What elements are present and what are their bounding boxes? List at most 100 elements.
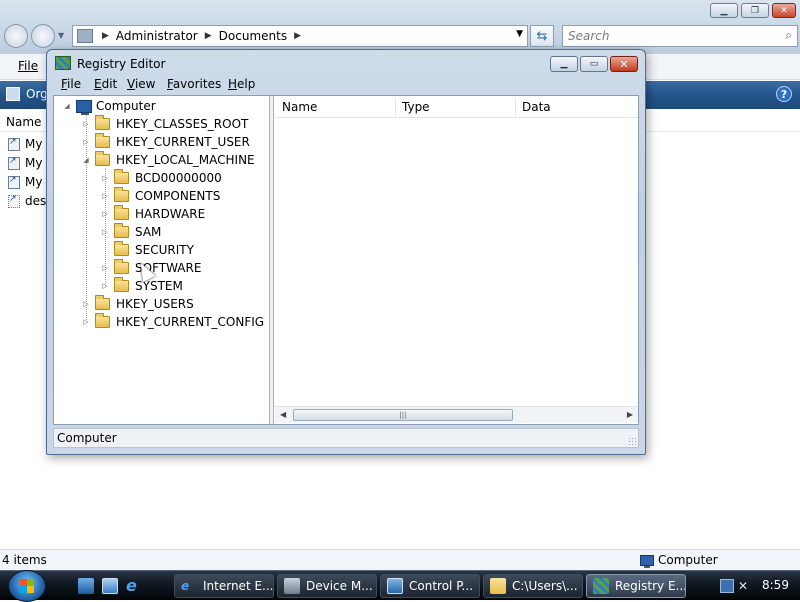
values-list[interactable]: Name Type Data ◀ ||| ▶ [275,96,638,424]
column-name-header[interactable]: Name [6,115,41,129]
search-input[interactable]: Search ⌕ [562,25,798,47]
item-count: 4 items [2,553,47,567]
switch-windows-icon[interactable] [102,578,118,594]
menu-edit[interactable]: Edit [94,77,117,91]
tree-node-hkcr[interactable]: ▷ HKEY_CLASSES_ROOT [81,115,248,133]
control-panel-icon [387,578,403,594]
regedit-client-area: ◢ Computer ▷ HKEY_CLASSES_ROOT ▷ HKEY_CU… [53,95,639,425]
column-divider[interactable] [515,98,516,116]
tree-node-hkcu[interactable]: ▷ HKEY_CURRENT_USER [81,133,250,151]
scroll-right-icon[interactable]: ▶ [627,410,633,419]
recent-pages-dropdown-icon[interactable]: ▼ [58,31,64,40]
tree-node-label: SAM [135,225,162,239]
taskbar-button-label: Internet E... [203,579,274,593]
shortcut-icon [8,137,20,151]
tree-node-bcd[interactable]: ▷ BCD00000000 [100,169,222,187]
expand-icon[interactable]: ▷ [100,192,110,200]
clock[interactable]: 8:59 [762,578,789,592]
address-bar[interactable]: ▶ Administrator ▶ Documents ▶ ▼ [72,25,528,47]
resize-grip-icon[interactable] [628,437,636,445]
expand-icon[interactable]: ▷ [81,138,91,146]
expand-icon[interactable]: ▷ [100,174,110,182]
list-item[interactable]: My [8,154,42,172]
list-item[interactable]: My [8,135,42,153]
horizontal-scrollbar[interactable]: ◀ ||| ▶ [275,406,638,423]
expand-icon[interactable]: ▷ [100,228,110,236]
internet-explorer-icon[interactable]: e [126,578,142,594]
forward-button[interactable] [31,24,55,48]
taskbar-button-label: C:\Users\... [512,579,578,593]
back-button[interactable] [4,24,28,48]
show-desktop-icon[interactable] [78,578,94,594]
breadcrumb-documents[interactable]: Documents [215,29,291,43]
folder-icon [114,277,129,292]
menu-view[interactable]: View [127,77,155,91]
expand-icon[interactable]: ▷ [81,120,91,128]
pane-splitter[interactable] [270,96,274,424]
folder-icon [114,187,129,202]
menu-help[interactable]: Help [228,77,255,91]
tree-node-hardware[interactable]: ▷ HARDWARE [100,205,205,223]
scroll-left-icon[interactable]: ◀ [280,410,286,419]
regedit-titlebar[interactable]: Registry Editor ▁ ▭ ✕ [47,50,645,76]
collapse-icon[interactable]: ◢ [81,156,91,164]
tree-node-hku[interactable]: ▷ HKEY_USERS [81,295,194,313]
folder-icon [114,241,129,256]
explorer-minimize-button[interactable]: ▁ [710,3,738,18]
explorer-menu-file[interactable]: File [18,59,38,73]
folder-icon [95,115,110,130]
expand-icon[interactable]: ▷ [100,282,110,290]
column-type[interactable]: Type [402,100,430,114]
expand-icon[interactable]: ▷ [81,318,91,326]
refresh-button[interactable]: ⇆ [530,25,554,47]
computer-icon [76,99,92,115]
status-location: Computer [640,553,718,568]
internet-explorer-icon: e [181,579,190,593]
window-title: Registry Editor [77,57,166,71]
close-button[interactable]: ✕ [610,56,638,72]
organize-button[interactable]: Org [6,87,48,101]
refresh-icon: ⇆ [536,28,548,44]
address-dropdown-icon[interactable]: ▼ [516,29,523,39]
expand-icon[interactable]: ▷ [100,210,110,218]
minimize-button[interactable]: ▁ [550,56,578,72]
expand-icon[interactable]: ▷ [100,264,110,272]
explorer-maximize-button[interactable]: ❐ [741,3,769,18]
taskbar-button-registry-editor[interactable]: Registry E... [586,574,686,598]
volume-muted-icon[interactable]: ✕ [738,579,752,593]
taskbar-button-device-manager[interactable]: Device M... [277,574,377,598]
menu-file[interactable]: File [61,77,81,91]
maximize-button[interactable]: ▭ [580,56,608,72]
start-button[interactable] [8,570,46,602]
tree-node-security[interactable]: ▷ SECURITY [100,241,194,259]
list-item[interactable]: My [8,173,42,191]
tree-node-sam[interactable]: ▷ SAM [100,223,161,241]
tree-node-components[interactable]: ▷ COMPONENTS [100,187,220,205]
search-icon[interactable]: ⌕ [785,28,792,43]
breadcrumb-administrator[interactable]: Administrator [112,29,202,43]
list-item-label: My [25,156,43,170]
key-tree[interactable]: ◢ Computer ▷ HKEY_CLASSES_ROOT ▷ HKEY_CU… [54,96,270,424]
file-icon [8,194,20,208]
tree-node-hkcc[interactable]: ▷ HKEY_CURRENT_CONFIG [81,313,264,331]
taskbar-button-internet-explorer[interactable]: e Internet E... [174,574,274,598]
breadcrumb-separator-icon: ▶ [204,31,212,41]
taskbar-button-explorer[interactable]: C:\Users\... [483,574,583,598]
column-data[interactable]: Data [522,100,551,114]
explorer-titlebar: ▁ ❐ ✕ ▼ ▶ Administrator ▶ Documents ▶ ▼ … [0,0,800,54]
help-icon[interactable]: ? [776,86,792,102]
tree-node-hklm[interactable]: ◢ HKEY_LOCAL_MACHINE [81,151,255,169]
windows-logo-icon [20,579,34,593]
menu-favorites[interactable]: Favorites [167,77,221,91]
column-name[interactable]: Name [282,100,317,114]
taskbar-button-control-panel[interactable]: Control P... [380,574,480,598]
shortcut-icon [8,175,20,189]
breadcrumb-separator-icon: ▶ [294,31,301,41]
scrollbar-thumb[interactable]: ||| [293,409,513,421]
explorer-close-button[interactable]: ✕ [772,3,796,18]
tree-node-computer[interactable]: ◢ Computer [62,97,156,115]
collapse-icon[interactable]: ◢ [62,102,72,110]
expand-icon[interactable]: ▷ [81,300,91,308]
column-divider[interactable] [395,98,396,116]
network-icon[interactable] [720,579,734,593]
